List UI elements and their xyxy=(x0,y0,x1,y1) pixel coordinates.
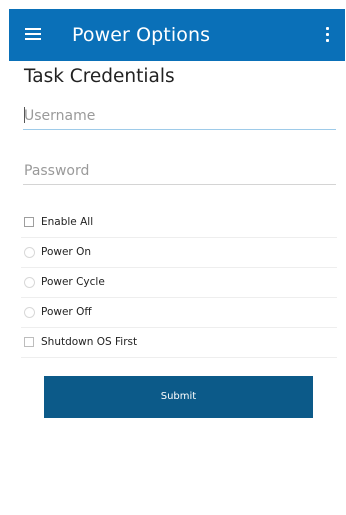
username-input[interactable] xyxy=(23,103,336,130)
more-vertical-icon[interactable] xyxy=(321,26,333,44)
shutdown-os-first-label: Shutdown OS First xyxy=(41,336,138,348)
app-bar: Power Options xyxy=(9,9,345,61)
power-on-option[interactable]: Power On xyxy=(21,237,337,268)
app-bar-title: Power Options xyxy=(72,24,211,46)
power-cycle-option[interactable]: Power Cycle xyxy=(21,267,337,298)
app-screen: Power Options Task Credentials Enable Al… xyxy=(9,9,345,515)
power-cycle-radio[interactable] xyxy=(24,277,35,288)
shutdown-os-first-option[interactable]: Shutdown OS First xyxy=(21,327,337,358)
enable-all-option[interactable]: Enable All xyxy=(21,207,337,238)
power-cycle-label: Power Cycle xyxy=(41,276,105,288)
hamburger-menu-icon[interactable] xyxy=(25,28,41,41)
power-off-option[interactable]: Power Off xyxy=(21,297,337,328)
password-input[interactable] xyxy=(23,158,336,185)
enable-all-label: Enable All xyxy=(41,216,94,228)
submit-button[interactable]: Submit xyxy=(44,376,313,418)
power-on-label: Power On xyxy=(41,246,92,258)
shutdown-os-first-checkbox[interactable] xyxy=(24,337,34,347)
power-off-radio[interactable] xyxy=(24,307,35,318)
text-cursor xyxy=(24,107,25,123)
enable-all-checkbox[interactable] xyxy=(24,217,34,227)
section-title: Task Credentials xyxy=(24,66,175,87)
power-off-label: Power Off xyxy=(41,306,92,318)
power-on-radio[interactable] xyxy=(24,247,35,258)
